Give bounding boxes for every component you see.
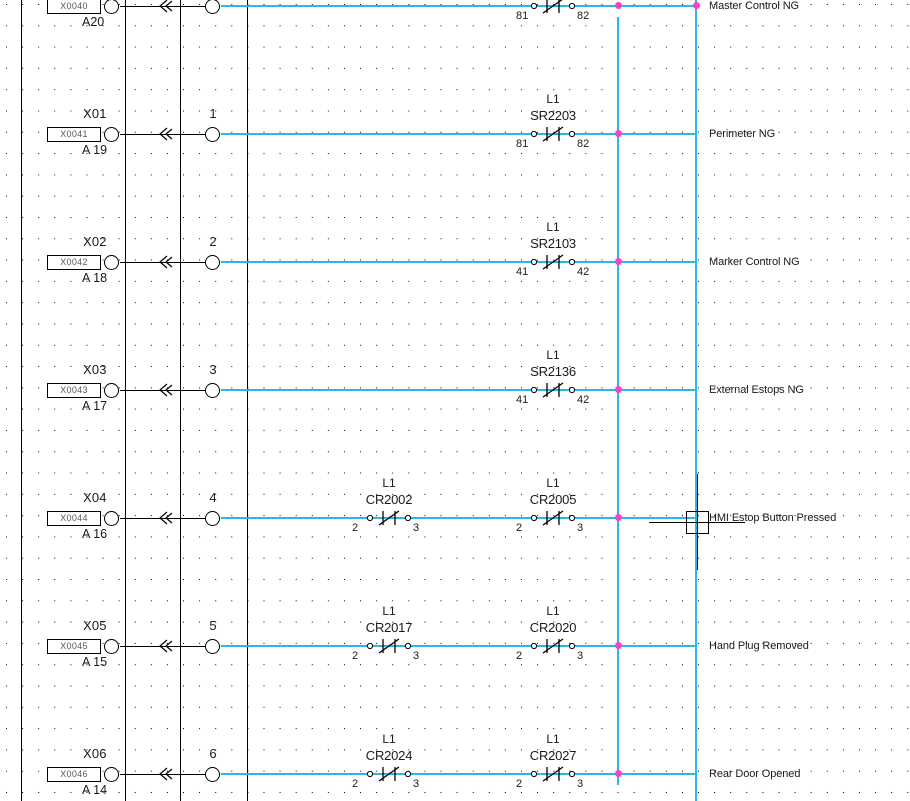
contact-2-rung-label: L1 xyxy=(546,92,560,106)
ladder-rung-row: X00X0040A200L1SR23038182Master Control N… xyxy=(0,0,910,53)
rung-wire[interactable] xyxy=(221,5,695,7)
ladder-rung-row: X07X0047A 137L1CR203523L1CR203823Spring … xyxy=(0,437,910,501)
ladder-rung-row: X04 X0044 A 16 4 L1 CR2002 2 3 L1 CR2005 2 3 HMI Est… xyxy=(0,245,910,541)
signal-description-label: Master Control NG xyxy=(709,0,799,12)
wire-number-label: A20 xyxy=(82,15,105,29)
wire-junction-dot-outer xyxy=(693,2,700,9)
ladder-rung-row: X0AX004AA 10AL1CR201023L1CR201323Teach P… xyxy=(0,629,910,693)
contact-2-left-terminal: 81 xyxy=(516,10,529,22)
terminal-id-box[interactable]: X0040 xyxy=(47,0,101,14)
ladder-rung-row: X0CX004CA 8CL1CR50241112L1CR50271112Brac… xyxy=(0,757,910,801)
contact-2-right-terminal: 82 xyxy=(577,10,590,22)
ladder-rung-row: X0BX004BA 9BL1CR45241112L1CR45271112Seal… xyxy=(0,693,910,757)
wire-junction-dot-inner xyxy=(615,2,622,9)
ladder-diagram-canvas[interactable]: X00X0040A200L1SR23038182Master Control N… xyxy=(0,0,910,801)
terminal-circle-plug[interactable] xyxy=(205,0,220,14)
ladder-rung-row: X05 X0045 A 15 5 L1 CR2017 2 3 L1 CR2020 2 3 Hand Pl… xyxy=(0,309,910,669)
ladder-rung-row: X02 X0042 A 18 2 L1 SR2103 41 42 Marker Control … xyxy=(0,117,910,285)
terminal-circle-left[interactable] xyxy=(104,0,119,14)
ladder-rung-row: X01 X0041 A 19 1 L1 SR2203 81 82 Perimeter NG xyxy=(0,53,910,157)
wire-link-arrow-icon xyxy=(158,0,173,13)
ladder-rung-row: X06 X0046 A 14 6 L1 CR2024 2 3 L1 CR2027 2 3 Rear Do… xyxy=(0,373,910,797)
ladder-rung-row: X09X0049A 119L1CR20471112L1CR20501112Spr… xyxy=(0,565,910,629)
ladder-rung-row: X08X0048A 128L1CR204123L1CR204423Front D… xyxy=(0,501,910,565)
contact-2-nc-symbol[interactable] xyxy=(528,0,578,14)
ladder-rung-row: X03 X0043 A 17 3 L1 SR2136 41 42 External Estops… xyxy=(0,181,910,413)
